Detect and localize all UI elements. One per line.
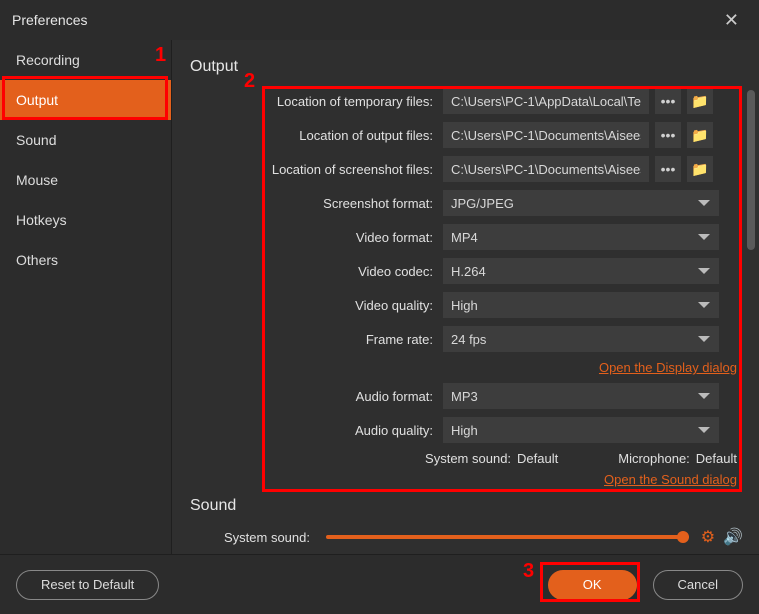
link-row: Open the Sound dialog xyxy=(190,472,759,487)
open-folder-button[interactable]: 📁 xyxy=(687,88,713,114)
sidebar-item-others[interactable]: Others xyxy=(0,240,171,280)
label-audio-quality: Audio quality: xyxy=(190,423,443,438)
select-frame-rate[interactable]: 24 fps xyxy=(443,326,719,352)
label-temp-location: Location of temporary files: xyxy=(190,94,443,109)
footer: Reset to Default OK Cancel xyxy=(0,554,759,614)
scrollbar[interactable] xyxy=(747,90,755,250)
input-temp-location[interactable] xyxy=(443,88,649,114)
label-video-format: Video format: xyxy=(190,230,443,245)
open-folder-button[interactable]: 📁 xyxy=(687,122,713,148)
speaker-icon[interactable]: 🔊 xyxy=(723,527,743,547)
row-video-format: Video format: MP4 xyxy=(190,224,759,250)
window-title: Preferences xyxy=(12,12,87,28)
value-system-sound: Default xyxy=(517,451,558,466)
close-icon[interactable]: ✕ xyxy=(716,6,747,35)
folder-icon: 📁 xyxy=(691,93,708,110)
label-video-quality: Video quality: xyxy=(190,298,443,313)
row-output-location: Location of output files: ••• 📁 xyxy=(190,122,759,148)
row-temp-location: Location of temporary files: ••• 📁 xyxy=(190,88,759,114)
browse-button[interactable]: ••• xyxy=(655,122,681,148)
sidebar-item-label: Output xyxy=(16,92,58,108)
label-screenshot-location: Location of screenshot files: xyxy=(190,162,443,177)
select-audio-quality[interactable]: High xyxy=(443,417,719,443)
browse-button[interactable]: ••• xyxy=(655,88,681,114)
sidebar-item-label: Recording xyxy=(16,52,80,68)
label-video-codec: Video codec: xyxy=(190,264,443,279)
sidebar-item-label: Mouse xyxy=(16,172,58,188)
value-microphone: Default xyxy=(696,451,737,466)
ellipsis-icon: ••• xyxy=(661,161,676,177)
sidebar: Recording Output Sound Mouse Hotkeys Oth… xyxy=(0,40,172,554)
sidebar-item-hotkeys[interactable]: Hotkeys xyxy=(0,200,171,240)
row-screenshot-format: Screenshot format: JPG/JPEG xyxy=(190,190,759,216)
sidebar-item-sound[interactable]: Sound xyxy=(0,120,171,160)
label-system-sound-slider: System sound: xyxy=(190,530,320,545)
select-audio-format[interactable]: MP3 xyxy=(443,383,719,409)
row-video-codec: Video codec: H.264 xyxy=(190,258,759,284)
ellipsis-icon: ••• xyxy=(661,93,676,109)
open-folder-button[interactable]: 📁 xyxy=(687,156,713,182)
row-audio-format: Audio format: MP3 xyxy=(190,383,759,409)
device-status-row: System sound: Default Microphone: Default xyxy=(190,451,759,466)
row-system-sound-slider: System sound: ⚙ 🔊 xyxy=(190,527,759,547)
system-sound-slider[interactable] xyxy=(326,535,689,539)
sidebar-item-label: Sound xyxy=(16,132,56,148)
sidebar-item-mouse[interactable]: Mouse xyxy=(0,160,171,200)
ellipsis-icon: ••• xyxy=(661,127,676,143)
select-video-quality[interactable]: High xyxy=(443,292,719,318)
label-output-location: Location of output files: xyxy=(190,128,443,143)
cancel-button[interactable]: Cancel xyxy=(653,570,743,600)
content-pane: Output Location of temporary files: ••• … xyxy=(172,40,759,554)
sidebar-item-label: Hotkeys xyxy=(16,212,67,228)
row-audio-quality: Audio quality: High xyxy=(190,417,759,443)
row-screenshot-location: Location of screenshot files: ••• 📁 xyxy=(190,156,759,182)
open-sound-dialog-link[interactable]: Open the Sound dialog xyxy=(604,472,737,487)
section-title-output: Output xyxy=(190,58,759,76)
select-screenshot-format[interactable]: JPG/JPEG xyxy=(443,190,719,216)
browse-button[interactable]: ••• xyxy=(655,156,681,182)
ok-button[interactable]: OK xyxy=(548,570,637,600)
gear-icon[interactable]: ⚙ xyxy=(701,527,715,547)
select-video-codec[interactable]: H.264 xyxy=(443,258,719,284)
label-microphone: Microphone: xyxy=(618,451,690,466)
titlebar: Preferences ✕ xyxy=(0,0,759,40)
folder-icon: 📁 xyxy=(691,127,708,144)
slider-thumb[interactable] xyxy=(677,531,689,543)
label-audio-format: Audio format: xyxy=(190,389,443,404)
open-display-dialog-link[interactable]: Open the Display dialog xyxy=(599,360,737,375)
folder-icon: 📁 xyxy=(691,161,708,178)
sidebar-item-output[interactable]: Output xyxy=(0,80,171,120)
row-video-quality: Video quality: High xyxy=(190,292,759,318)
section-title-sound: Sound xyxy=(190,497,759,515)
sidebar-item-label: Others xyxy=(16,252,58,268)
reset-to-default-button[interactable]: Reset to Default xyxy=(16,570,159,600)
row-frame-rate: Frame rate: 24 fps xyxy=(190,326,759,352)
input-output-location[interactable] xyxy=(443,122,649,148)
label-screenshot-format: Screenshot format: xyxy=(190,196,443,211)
label-frame-rate: Frame rate: xyxy=(190,332,443,347)
label-system-sound: System sound: xyxy=(425,451,511,466)
sidebar-item-recording[interactable]: Recording xyxy=(0,40,171,80)
select-video-format[interactable]: MP4 xyxy=(443,224,719,250)
input-screenshot-location[interactable] xyxy=(443,156,649,182)
link-row: Open the Display dialog xyxy=(190,360,759,375)
